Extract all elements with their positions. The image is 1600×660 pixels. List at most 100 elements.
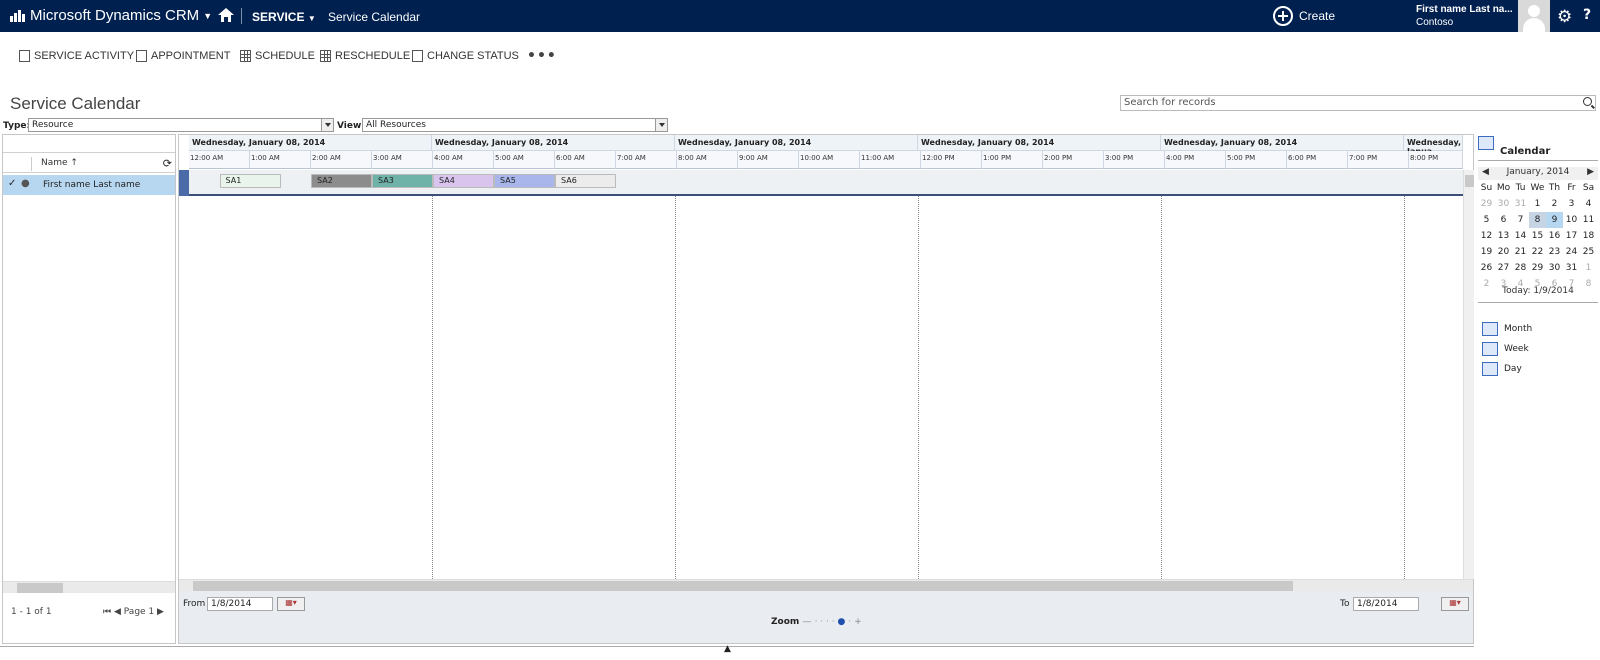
hour-header: 4:00 AM	[433, 151, 494, 169]
calendar-day[interactable]: 29	[1478, 196, 1495, 212]
service-activity-block[interactable]: SA4	[433, 174, 494, 188]
calendar-day[interactable]: 30	[1495, 196, 1512, 212]
to-date-input[interactable]: 1/8/2014	[1353, 597, 1419, 611]
calendar-day[interactable]: 8	[1529, 212, 1546, 228]
first-page-icon[interactable]: ⏮	[103, 607, 111, 617]
home-icon[interactable]	[218, 8, 234, 25]
chevron-down-icon	[655, 119, 667, 131]
calendar-day[interactable]: 21	[1512, 244, 1529, 260]
calendar-day[interactable]: 31	[1563, 260, 1580, 276]
service-activity-block[interactable]: SA2	[311, 174, 372, 188]
calendar-day[interactable]: 1	[1580, 260, 1597, 276]
calendar-day[interactable]: 26	[1478, 260, 1495, 276]
calendar-day[interactable]: 7	[1512, 212, 1529, 228]
calendar-day[interactable]: 22	[1529, 244, 1546, 260]
table-row[interactable]: ✓ ● First name Last name	[3, 175, 175, 195]
service-activity-block[interactable]: SA1	[219, 174, 281, 188]
calendar-day[interactable]: 1	[1529, 196, 1546, 212]
type-value: Resource	[32, 120, 74, 130]
hour-header: 7:00 AM	[616, 151, 677, 169]
brand-menu[interactable]: Microsoft Dynamics CRM ▼	[10, 7, 212, 24]
appointment-button[interactable]: APPOINTMENT	[136, 50, 230, 62]
calendar-day[interactable]: 27	[1495, 260, 1512, 276]
refresh-icon[interactable]: ⟳	[163, 157, 172, 170]
calendar-day[interactable]: 25	[1580, 244, 1597, 260]
area-menu[interactable]: SERVICE ▼	[252, 10, 316, 24]
reschedule-button[interactable]: RESCHEDULE	[320, 50, 410, 62]
calendar-day[interactable]: 18	[1580, 228, 1597, 244]
scroll-thumb[interactable]	[1465, 175, 1474, 187]
row-selector[interactable]	[179, 170, 189, 196]
zoom-control[interactable]: Zoom — · · · · ● · +	[771, 617, 862, 627]
day-boundary-line	[1404, 196, 1405, 579]
calendar-day[interactable]: 28	[1512, 260, 1529, 276]
horizontal-scrollbar[interactable]	[179, 579, 1473, 591]
to-date-picker-icon[interactable]: ▦▾	[1441, 597, 1469, 611]
calendar-day[interactable]: 30	[1546, 260, 1563, 276]
calendar-day[interactable]: 6	[1495, 212, 1512, 228]
help-icon[interactable]: ?	[1583, 7, 1591, 23]
calendar-day[interactable]: 13	[1495, 228, 1512, 244]
calendar-day[interactable]: 14	[1512, 228, 1529, 244]
resource-list-scrollbar[interactable]	[3, 581, 175, 593]
calendar-day[interactable]: 4	[1580, 196, 1597, 212]
calendar-day[interactable]: 11	[1580, 212, 1597, 228]
hour-header: 9:00 AM	[738, 151, 799, 169]
zoom-in-icon[interactable]: +	[854, 617, 862, 627]
view-select[interactable]: All Resources	[362, 118, 668, 132]
scroll-thumb[interactable]	[17, 583, 63, 593]
calendar-day[interactable]: 24	[1563, 244, 1580, 260]
zoom-out-icon[interactable]: —	[802, 617, 811, 627]
resource-filter-input[interactable]	[3, 135, 175, 153]
month-view-link[interactable]: Month	[1482, 322, 1532, 336]
search-icon[interactable]	[1583, 97, 1592, 106]
schedule-button[interactable]: SCHEDULE	[240, 50, 315, 62]
calendar-day[interactable]: 16	[1546, 228, 1563, 244]
search-input[interactable]: Search for records	[1120, 95, 1596, 111]
service-activity-block[interactable]: SA3	[372, 174, 433, 188]
calendar-day[interactable]: 15	[1529, 228, 1546, 244]
next-page-icon[interactable]: ▶	[157, 607, 164, 617]
create-button[interactable]: Create	[1273, 6, 1335, 26]
more-commands-icon[interactable]: •••	[527, 48, 557, 64]
calendar-day[interactable]: 5	[1478, 212, 1495, 228]
from-date-input[interactable]: 1/8/2014	[207, 597, 273, 611]
calendar-footer: From 1/8/2014 ▦▾ To 1/8/2014 ▦▾ Zoom — ·…	[179, 591, 1473, 643]
type-select[interactable]: Resource	[28, 118, 334, 132]
calendar-day[interactable]: 3	[1563, 196, 1580, 212]
next-month-icon[interactable]: ▶	[1587, 167, 1594, 177]
avatar[interactable]	[1518, 0, 1550, 32]
calendar-day[interactable]: 31	[1512, 196, 1529, 212]
checkmark-icon[interactable]: ✓	[8, 178, 16, 189]
to-label: To	[1340, 599, 1350, 609]
calendar-day[interactable]: 2	[1546, 196, 1563, 212]
change-status-button[interactable]: CHANGE STATUS	[412, 50, 519, 62]
calendar-day[interactable]: 19	[1478, 244, 1495, 260]
service-activity-block[interactable]: SA6	[555, 174, 616, 188]
name-column-header[interactable]: Name ↑	[41, 158, 78, 168]
service-activity-button[interactable]: SERVICE ACTIVITY	[19, 50, 134, 62]
service-activity-block[interactable]: SA5	[494, 174, 555, 188]
calendar-day[interactable]: 9	[1546, 212, 1563, 228]
calendar-day[interactable]: 17	[1563, 228, 1580, 244]
calendar-day[interactable]: 23	[1546, 244, 1563, 260]
calendar-day[interactable]: 20	[1495, 244, 1512, 260]
today-label[interactable]: Today: 1/9/2014	[1478, 286, 1598, 296]
previous-month-icon[interactable]: ◀	[1482, 167, 1489, 177]
calendar-day[interactable]: 29	[1529, 260, 1546, 276]
scroll-thumb[interactable]	[193, 581, 1293, 591]
user-name[interactable]: First name Last na...	[1416, 4, 1513, 15]
zoom-level-dots[interactable]: · · · · ● ·	[815, 617, 851, 627]
day-view-link[interactable]: Day	[1482, 362, 1522, 376]
weekday-header: Sa	[1582, 183, 1595, 193]
calendar-day[interactable]: 10	[1563, 212, 1580, 228]
previous-page-icon[interactable]: ◀	[114, 607, 121, 617]
gear-icon[interactable]: ⚙	[1557, 7, 1572, 27]
appointment-label: APPOINTMENT	[151, 50, 231, 62]
calendar-day[interactable]: 12	[1478, 228, 1495, 244]
from-date-picker-icon[interactable]: ▦▾	[277, 597, 305, 611]
collapse-panel-icon[interactable]: ▲	[724, 644, 731, 654]
vertical-scrollbar[interactable]	[1463, 170, 1474, 579]
week-view-link[interactable]: Week	[1482, 342, 1529, 356]
page-breadcrumb[interactable]: Service Calendar	[328, 10, 420, 24]
